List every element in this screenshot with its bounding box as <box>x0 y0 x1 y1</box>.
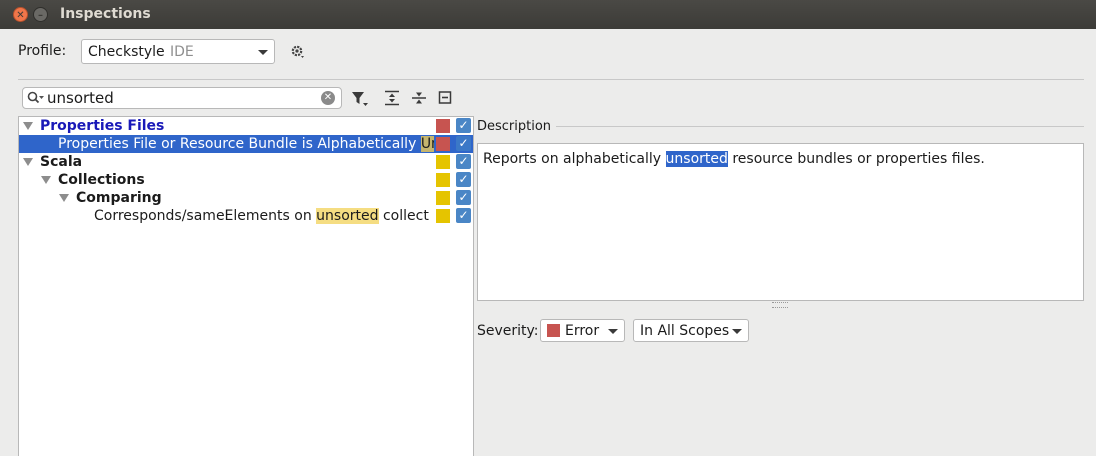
enable-checkbox[interactable]: ✓ <box>456 118 471 133</box>
splitter-handle[interactable] <box>772 302 788 308</box>
enable-checkbox[interactable]: ✓ <box>456 190 471 205</box>
search-icon[interactable] <box>27 91 45 105</box>
severity-warning-icon <box>436 191 450 205</box>
tree-row-properties-alpha[interactable]: Properties File or Resource Bundle is Al… <box>19 135 473 153</box>
chevron-down-icon <box>608 328 618 334</box>
severity-warning-icon <box>436 173 450 187</box>
tree-row-label: Corresponds/sameElements on unsorted col… <box>94 208 429 224</box>
clear-icon[interactable]: ✕ <box>321 91 335 105</box>
window-title: Inspections <box>60 6 151 22</box>
profile-scope: IDE <box>170 44 194 60</box>
description-panel: Reports on alphabetically unsorted resou… <box>477 143 1084 301</box>
tree-row-comparing[interactable]: Comparing ✓ <box>19 189 473 207</box>
severity-error-icon <box>547 324 560 337</box>
divider <box>18 79 1084 80</box>
scope-value: In All Scopes <box>640 323 730 339</box>
chevron-down-icon <box>258 49 268 55</box>
inspection-tree[interactable]: Properties Files ✓ Properties File or Re… <box>18 116 474 456</box>
divider <box>556 126 1084 127</box>
gear-icon[interactable] <box>290 44 306 60</box>
expand-all-icon[interactable] <box>384 90 400 106</box>
profile-label: Profile: <box>18 43 67 59</box>
tree-row-corresponds[interactable]: Corresponds/sameElements on unsorted col… <box>19 207 473 225</box>
title-bar: ✕ – Inspections <box>0 0 1096 29</box>
search-input[interactable]: unsorted <box>47 89 114 108</box>
tree-row-collections[interactable]: Collections ✓ <box>19 171 473 189</box>
minimize-icon[interactable]: – <box>33 7 48 22</box>
profile-select[interactable]: Checkstyle IDE <box>81 39 275 64</box>
chevron-down-icon <box>732 328 742 334</box>
enable-checkbox[interactable]: ✓ <box>456 154 471 169</box>
reset-icon[interactable] <box>438 90 454 106</box>
tree-row-label: Comparing <box>76 190 162 206</box>
search-highlight: Un <box>420 136 434 152</box>
scope-select[interactable]: In All Scopes <box>633 319 749 342</box>
expand-arrow-icon[interactable] <box>23 122 33 130</box>
severity-select[interactable]: Error <box>540 319 625 342</box>
close-icon[interactable]: ✕ <box>13 7 28 22</box>
profile-name: Checkstyle <box>88 44 165 60</box>
expand-arrow-icon[interactable] <box>23 158 33 166</box>
description-text: Reports on alphabetically unsorted resou… <box>483 151 985 167</box>
tree-row-scala[interactable]: Scala ✓ <box>19 153 473 171</box>
tree-row-label: Properties Files <box>40 118 165 134</box>
severity-label: Severity: <box>477 323 539 339</box>
severity-warning-icon <box>436 209 450 223</box>
expand-arrow-icon[interactable] <box>41 176 51 184</box>
severity-warning-icon <box>436 155 450 169</box>
filter-icon[interactable] <box>351 90 368 106</box>
search-field[interactable]: unsorted ✕ <box>22 87 342 109</box>
enable-checkbox[interactable]: ✓ <box>456 208 471 223</box>
enable-checkbox[interactable]: ✓ <box>456 136 471 151</box>
severity-error-icon <box>436 137 450 151</box>
severity-value: Error <box>565 323 600 339</box>
tree-row-properties-files[interactable]: Properties Files ✓ <box>19 117 473 135</box>
tree-row-label: Scala <box>40 154 83 170</box>
expand-arrow-icon[interactable] <box>59 194 69 202</box>
collapse-all-icon[interactable] <box>411 90 427 106</box>
search-highlight: unsorted <box>665 151 728 167</box>
search-highlight: unsorted <box>316 208 379 224</box>
tree-row-label: Properties File or Resource Bundle is Al… <box>58 135 434 153</box>
severity-error-icon <box>436 119 450 133</box>
enable-checkbox[interactable]: ✓ <box>456 172 471 187</box>
description-heading: Description <box>477 119 552 134</box>
tree-row-label: Collections <box>58 172 145 188</box>
